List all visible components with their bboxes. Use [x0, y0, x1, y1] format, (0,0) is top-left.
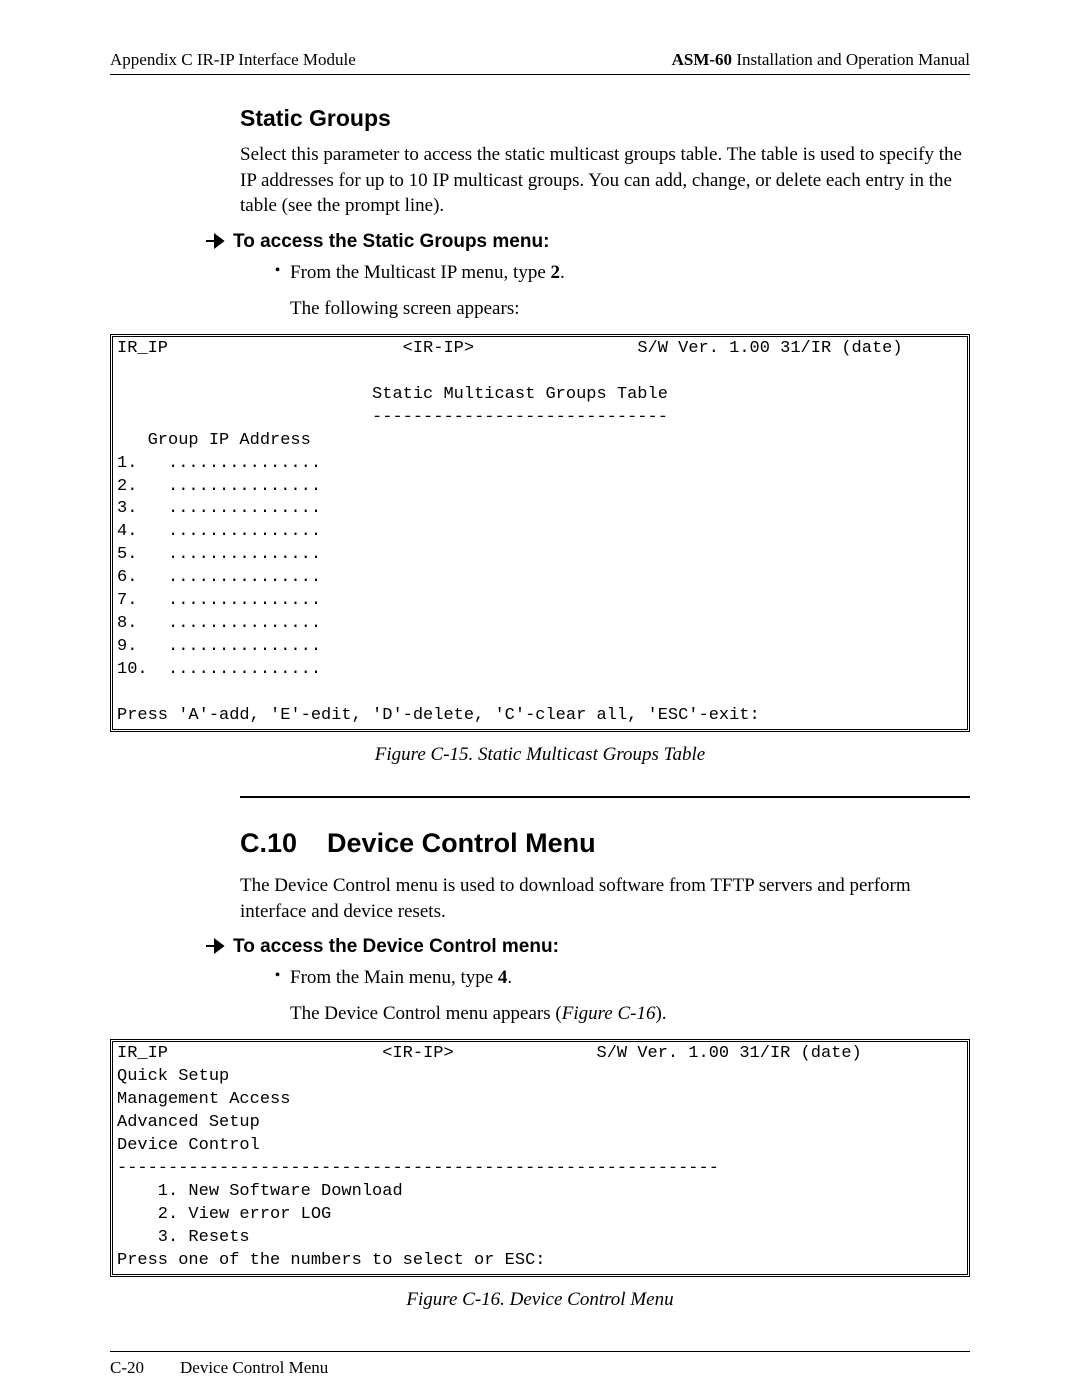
arrow-icon	[205, 231, 233, 254]
bullet-row: • From the Main menu, type 4.	[265, 967, 970, 989]
result-fig-ref: Figure C-16	[562, 1003, 656, 1024]
section-title: Device Control Menu	[327, 828, 596, 859]
list-item: 1. New Software Download	[117, 1182, 403, 1201]
procedure-row: To access the Device Control menu:	[205, 936, 970, 959]
t1-hdr-mid: <IR-IP>	[403, 339, 474, 358]
static-groups-section: Static Groups Select this parameter to a…	[240, 105, 970, 320]
figure-caption-1: Figure C-15. Static Multicast Groups Tab…	[110, 744, 970, 766]
result-text: The Device Control menu appears (Figure …	[290, 1003, 970, 1025]
result-pre: The Device Control menu appears (	[290, 1003, 562, 1024]
list-item: 2. View error LOG	[117, 1205, 331, 1224]
footer-text: Device Control Menu	[180, 1358, 328, 1378]
bullet-icon: •	[265, 262, 290, 280]
section-heading: C.10 Device Control Menu	[240, 828, 970, 859]
procedure-label: To access the Device Control menu:	[233, 936, 559, 958]
page-header: Appendix C IR-IP Interface Module ASM-60…	[110, 50, 970, 75]
bullet-post: .	[507, 967, 512, 988]
bullet-text: From the Main menu, type 4.	[290, 967, 512, 989]
table-row: 3. ...............	[117, 499, 321, 518]
static-groups-paragraph: Select this parameter to access the stat…	[240, 142, 970, 219]
t1-hdr-left: IR_IP	[117, 339, 168, 358]
bullet-key: 4	[498, 967, 508, 988]
table-row: 7. ...............	[117, 591, 321, 610]
table-row: 10. ...............	[117, 660, 321, 679]
header-right-bold: ASM-60	[672, 50, 732, 69]
list-item: Device Control	[117, 1136, 260, 1155]
table-row: 2. ...............	[117, 477, 321, 496]
section-number: C.10	[240, 828, 297, 859]
bullet-key: 2	[551, 262, 561, 283]
static-groups-heading: Static Groups	[240, 105, 970, 132]
bullet-post: .	[560, 262, 565, 283]
bullet-row: • From the Multicast IP menu, type 2.	[265, 262, 970, 284]
header-right-rest: Installation and Operation Manual	[732, 50, 970, 69]
table-row: 4. ...............	[117, 522, 321, 541]
list-item: Management Access	[117, 1090, 290, 1109]
bullet-pre: From the Multicast IP menu, type	[290, 262, 551, 283]
t2-hdr-left: IR_IP	[117, 1044, 168, 1063]
result-text: The following screen appears:	[290, 298, 970, 320]
t1-prompt: Press 'A'-add, 'E'-edit, 'D'-delete, 'C'…	[117, 706, 760, 725]
t2-hdr-right: S/W Ver. 1.00 31/IR (date)	[597, 1044, 862, 1063]
list-item: Advanced Setup	[117, 1113, 260, 1132]
t1-colhdr: Group IP Address	[117, 431, 311, 450]
header-left: Appendix C IR-IP Interface Module	[110, 50, 356, 70]
arrow-icon	[205, 936, 233, 959]
procedure-row: To access the Static Groups menu:	[205, 231, 970, 254]
bullet-pre: From the Main menu, type	[290, 967, 498, 988]
section-rule	[240, 796, 970, 798]
figure-caption-2: Figure C-16. Device Control Menu	[110, 1289, 970, 1311]
table-row: 8. ...............	[117, 614, 321, 633]
result-post: ).	[655, 1003, 666, 1024]
header-right: ASM-60 Installation and Operation Manual	[672, 50, 970, 70]
table-row: 9. ...............	[117, 637, 321, 656]
procedure-label: To access the Static Groups menu:	[233, 231, 549, 253]
bullet-text: From the Multicast IP menu, type 2.	[290, 262, 565, 284]
t1-hdr-right: S/W Ver. 1.00 31/IR (date)	[637, 339, 902, 358]
t1-underline: -----------------------------	[372, 408, 668, 427]
table-row: 5. ...............	[117, 545, 321, 564]
device-control-section: C.10 Device Control Menu The Device Cont…	[240, 828, 970, 1025]
footer-page-number: C-20	[110, 1358, 180, 1378]
t2-prompt: Press one of the numbers to select or ES…	[117, 1251, 545, 1270]
list-item: 3. Resets	[117, 1228, 250, 1247]
t2-hdr-mid: <IR-IP>	[382, 1044, 453, 1063]
bullet-icon: •	[265, 967, 290, 985]
terminal-screen-2: IR_IP <IR-IP> S/W Ver. 1.00 31/IR (date)…	[110, 1039, 970, 1276]
table-row: 1. ...............	[117, 454, 321, 473]
table-row: 6. ...............	[117, 568, 321, 587]
page-footer: C-20 Device Control Menu	[110, 1352, 970, 1378]
t1-title: Static Multicast Groups Table	[372, 385, 668, 404]
terminal-screen-1: IR_IP <IR-IP> S/W Ver. 1.00 31/IR (date)…	[110, 334, 970, 732]
section-paragraph: The Device Control menu is used to downl…	[240, 873, 970, 924]
t2-divider: ----------------------------------------…	[117, 1159, 719, 1178]
list-item: Quick Setup	[117, 1067, 229, 1086]
